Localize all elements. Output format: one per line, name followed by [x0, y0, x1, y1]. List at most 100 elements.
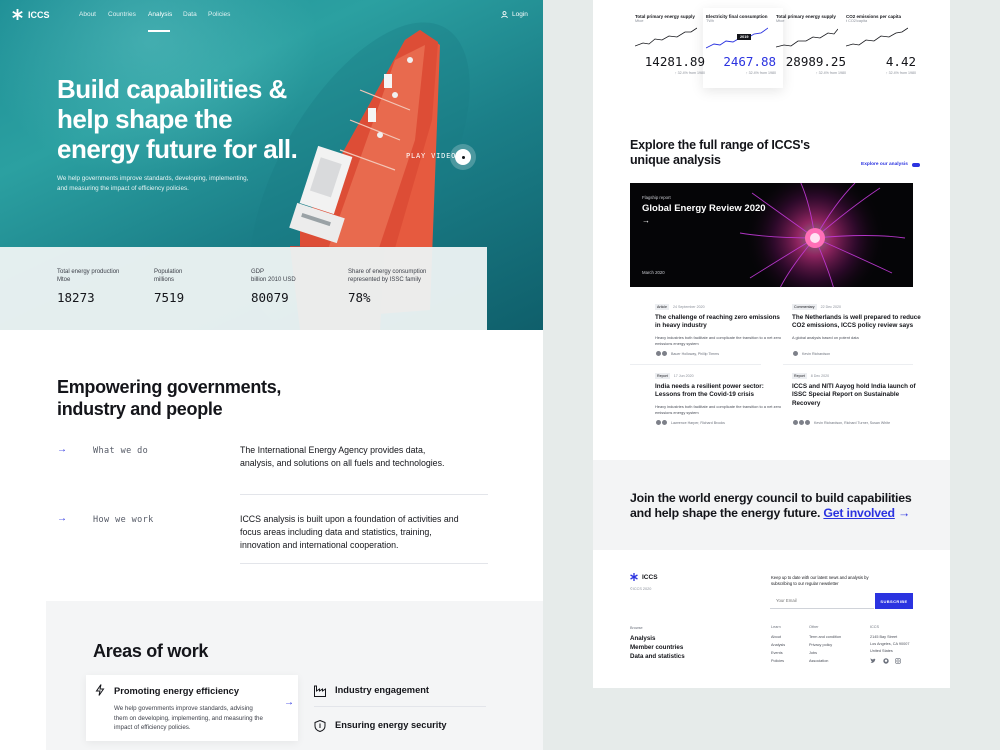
- mini-stat-change: ↑ 32.4% from 1980: [815, 71, 846, 75]
- footer-link-data-statistics[interactable]: Data and statistics: [630, 653, 685, 660]
- play-video-button[interactable]: [450, 144, 476, 170]
- avatar: [661, 350, 668, 357]
- footer-link-analysis[interactable]: Analysis: [630, 635, 655, 642]
- mini-stat-title: Electricity final consumption: [706, 14, 768, 19]
- plasma-ball-image: [739, 183, 906, 287]
- stat-value: 78%: [348, 290, 371, 305]
- mini-stat-title: Total primary energy supply: [635, 14, 695, 19]
- mini-stat-change: ↑ 32.4% from 1980: [745, 71, 776, 75]
- mini-stat-primary-supply[interactable]: Total primary energy supply Mtoe 14281.8…: [635, 14, 705, 75]
- mini-stat-value: 2467.88: [723, 54, 776, 69]
- login-button[interactable]: Login: [501, 11, 528, 18]
- footer-logo[interactable]: ICCS: [630, 573, 658, 581]
- footer-link-terms[interactable]: Term and condition: [809, 635, 841, 639]
- area-card-energy-efficiency[interactable]: Promoting energy efficiency We help gove…: [86, 675, 298, 741]
- landing-page-right: Total primary energy supply Mtoe 14281.8…: [593, 0, 950, 688]
- brand-name: ICCS: [28, 9, 50, 20]
- feature-title: Global Energy Review 2020: [642, 203, 766, 214]
- address-line: United States: [870, 649, 893, 653]
- article-tag: Article: [655, 304, 669, 310]
- what-we-do-label[interactable]: What we do: [93, 446, 148, 456]
- mini-stat-co2[interactable]: CO2 emissions per capita t CO2/capita 4.…: [846, 14, 916, 75]
- stat-unit: represented by ISSC family: [348, 277, 422, 283]
- get-involved-link[interactable]: Get involved: [823, 506, 895, 520]
- article-authors: Lawrence Harper, Richard Brooks: [655, 419, 725, 426]
- footer-link-association[interactable]: Association: [809, 659, 828, 663]
- article-title: India needs a resilient power sector: Le…: [655, 383, 764, 399]
- feature-date: March 2020: [642, 270, 665, 275]
- feature-eyebrow: Flagship report: [642, 195, 671, 200]
- hero-title: Build capabilities & help shape the ener…: [57, 74, 298, 164]
- stat-unit: millions: [154, 277, 175, 283]
- avatar: [792, 350, 799, 357]
- area-title[interactable]: Industry engagement: [335, 685, 429, 695]
- article-authors: Kevin Richardson: [792, 350, 830, 357]
- article-description: A global analysis based on potent data: [792, 334, 859, 340]
- login-label: Login: [512, 11, 528, 18]
- stat-unit: billion 2010 USD: [251, 277, 296, 283]
- arrow-right-icon[interactable]: →: [284, 697, 294, 708]
- article-date: 8 Dec 2020: [810, 374, 830, 378]
- how-we-work-text: ICCS analysis is built upon a foundation…: [240, 514, 459, 550]
- stat-energy-production: Total energy production Mtoe 18273: [57, 268, 119, 305]
- footer-link-member-countries[interactable]: Member countries: [630, 644, 683, 651]
- footer-link-about[interactable]: About: [771, 635, 781, 639]
- twitter-icon[interactable]: [870, 658, 876, 664]
- article-title: ICCS and NITI Aayog hold India launch of…: [792, 383, 916, 407]
- github-icon[interactable]: [883, 658, 889, 664]
- arrow-right-icon[interactable]: →: [898, 506, 910, 520]
- subscribe-button[interactable]: SUBSCRIBE: [875, 593, 913, 609]
- mini-stat-electricity[interactable]: Electricity final consumption TWh 2467.8…: [706, 14, 776, 75]
- sparkline-chart: [846, 27, 908, 47]
- stat-population: Population millions 7519: [154, 268, 184, 305]
- footer-link-analysis-2[interactable]: Analysis: [771, 643, 785, 647]
- nav-link-countries[interactable]: Countries: [108, 11, 136, 18]
- article-authors: Bauer Holloway, Phillip Timms: [655, 350, 719, 357]
- avatar: [661, 419, 668, 426]
- arrow-right-icon[interactable]: →: [57, 444, 67, 455]
- join-cta-band: Join the world energy council to build c…: [593, 460, 950, 550]
- area-title[interactable]: Ensuring energy security: [335, 720, 447, 730]
- asterisk-logo-icon: [630, 573, 638, 581]
- article-divider: [630, 364, 761, 365]
- shield-icon: [314, 720, 326, 732]
- nav-link-analysis[interactable]: Analysis: [148, 11, 172, 18]
- pill-arrow-icon: [911, 162, 920, 167]
- mini-stat-primary-supply-2[interactable]: Total primary energy supply Mtoe 28989.2…: [776, 14, 846, 75]
- nav-link-policies[interactable]: Policies: [208, 11, 230, 18]
- footer-link-policies[interactable]: Policies: [771, 659, 784, 663]
- explore-link-label: Explore our analysis: [861, 162, 908, 167]
- footer-link-privacy[interactable]: Privacy policy: [809, 643, 832, 647]
- brand-logo[interactable]: ICCS: [12, 9, 50, 20]
- stat-energy-share: Share of energy consumption represented b…: [348, 268, 426, 305]
- arrow-right-icon[interactable]: →: [642, 216, 650, 225]
- nav-link-data[interactable]: Data: [183, 11, 197, 18]
- asterisk-logo-icon: [12, 9, 23, 20]
- article-title: The challenge of reaching zero emissions…: [655, 314, 780, 330]
- arrow-right-icon[interactable]: →: [57, 513, 67, 524]
- explore-analysis-link[interactable]: Explore our analysis: [861, 162, 920, 167]
- article-card[interactable]: Report 17 Jun 2020 India needs a resilien…: [655, 373, 785, 426]
- author-names: Bauer Holloway, Phillip Timms: [671, 351, 720, 356]
- footer-link-jobs[interactable]: Jobs: [809, 651, 817, 655]
- sparkline-chart: [635, 27, 697, 47]
- instagram-icon[interactable]: [895, 658, 901, 664]
- stat-gdp: GDP billion 2010 USD 80079: [251, 268, 296, 305]
- article-card[interactable]: Report 8 Dec 2020 ICCS and NITI Aayog hol…: [792, 373, 922, 426]
- address-line: Los Angeles, CA 90007: [870, 642, 910, 646]
- newsletter-text: Keep up to date with our latest news and…: [771, 575, 869, 586]
- lightning-icon: [95, 684, 105, 696]
- areas-of-work-section: Areas of work Promoting energy efficienc…: [46, 601, 543, 750]
- featured-report-card[interactable]: Flagship report Global Energy Review 202…: [630, 183, 913, 287]
- cta-text: Join the world energy council to build c…: [630, 491, 920, 521]
- footer-link-events[interactable]: Events: [771, 651, 783, 655]
- factory-icon: [314, 685, 326, 697]
- how-we-work-label[interactable]: How we work: [93, 515, 154, 525]
- article-card[interactable]: Article 24 September 2020 The challenge o…: [655, 304, 785, 357]
- play-video-label[interactable]: PLAY VIDEO: [406, 152, 456, 160]
- newsletter-email-input[interactable]: [770, 593, 874, 609]
- mini-stat-value: 28989.25: [785, 54, 846, 69]
- chart-tooltip: 2019: [737, 34, 752, 40]
- article-card[interactable]: Commentary 22 Dec 2020 The Netherlands is…: [792, 304, 922, 357]
- nav-link-about[interactable]: About: [79, 11, 96, 18]
